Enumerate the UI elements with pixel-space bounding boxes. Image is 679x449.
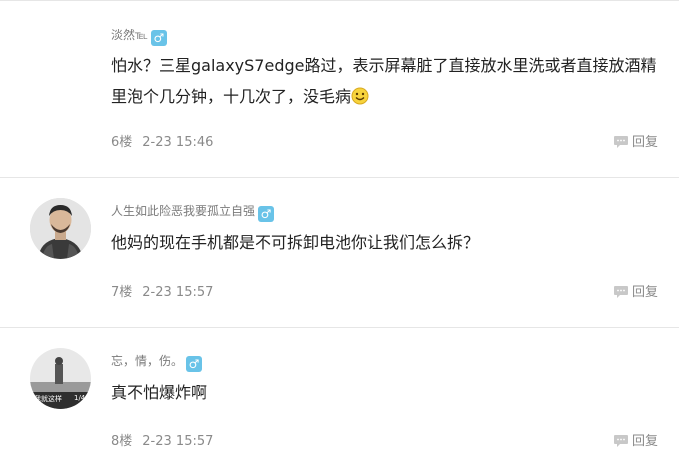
username-text[interactable]: 忘，情，伤。 <box>111 354 183 368</box>
male-icon: ♂ <box>258 206 275 222</box>
comment-meta: 7楼 2-23 15:57 <box>111 281 223 300</box>
comment-content-line: 怕水？三星galaxyS7edge路过，表示屏幕脏了直接放水里洗或者直接放酒精 <box>111 56 657 75</box>
reply-label[interactable]: 回复 <box>632 285 658 300</box>
comment-bubble-icon <box>614 136 628 148</box>
comment-content-line: 真不怕爆炸啊 <box>111 383 208 402</box>
male-icon: ♂ <box>150 30 167 46</box>
comment-item: 淡然℡ ♂ 怕水？三星galaxyS7edge路过，表示屏幕脏了直接放水里洗或者直… <box>0 0 679 178</box>
comment-content: 真不怕爆炸啊 <box>111 377 671 408</box>
comment-content: 他妈的现在手机都是不可拆卸电池你让我们怎么拆？ <box>111 227 671 258</box>
male-icon: ♂ <box>186 356 203 372</box>
avatar[interactable]: 我就这样 1/4 <box>30 348 91 409</box>
reply-label[interactable]: 回复 <box>632 434 658 449</box>
reply-button[interactable]: 回复 <box>613 281 658 300</box>
reply-label[interactable]: 回复 <box>632 135 658 150</box>
floor-number: 7楼 <box>111 285 133 300</box>
comment-time: 2-23 15:57 <box>142 285 214 300</box>
comment-item: 我就这样 1/4 忘，情，伤。 ♂ 真不怕爆炸啊 8楼 2-23 15:57 回复 <box>0 328 679 449</box>
comment-time: 2-23 15:57 <box>142 434 214 449</box>
floor-number: 6楼 <box>111 135 133 150</box>
comment-meta: 8楼 2-23 15:57 <box>111 430 223 449</box>
avatar[interactable] <box>30 198 91 259</box>
username-text[interactable]: 淡然℡ <box>111 28 148 42</box>
comment-bubble-icon <box>614 286 628 298</box>
comment-item: 人生如此险恶我要孤立自强 ♂ 他妈的现在手机都是不可拆卸电池你让我们怎么拆？ 7楼… <box>0 178 679 327</box>
username[interactable]: 人生如此险恶我要孤立自强 ♂ <box>111 202 275 222</box>
avatar-caption: 我就这样 <box>34 395 62 403</box>
reply-button[interactable]: 回复 <box>613 131 658 150</box>
comment-time: 2-23 15:46 <box>142 135 214 150</box>
floor-number: 8楼 <box>111 434 133 449</box>
comment-content-line: 里泡个几分钟，十几次了，没毛病 <box>111 81 671 115</box>
username-text[interactable]: 人生如此险恶我要孤立自强 <box>111 204 255 218</box>
avatar-caption-right: 1/4 <box>74 394 86 402</box>
smile-emoji-icon <box>351 84 369 115</box>
username[interactable]: 淡然℡ ♂ <box>111 26 167 46</box>
username[interactable]: 忘，情，伤。 ♂ <box>111 352 203 372</box>
comment-content: 怕水？三星galaxyS7edge路过，表示屏幕脏了直接放水里洗或者直接放酒精 … <box>111 50 671 115</box>
comment-meta: 6楼 2-23 15:46 <box>111 131 223 150</box>
comment-bubble-icon <box>614 435 628 447</box>
reply-button[interactable]: 回复 <box>613 430 658 449</box>
comment-content-line: 他妈的现在手机都是不可拆卸电池你让我们怎么拆？ <box>111 233 480 252</box>
